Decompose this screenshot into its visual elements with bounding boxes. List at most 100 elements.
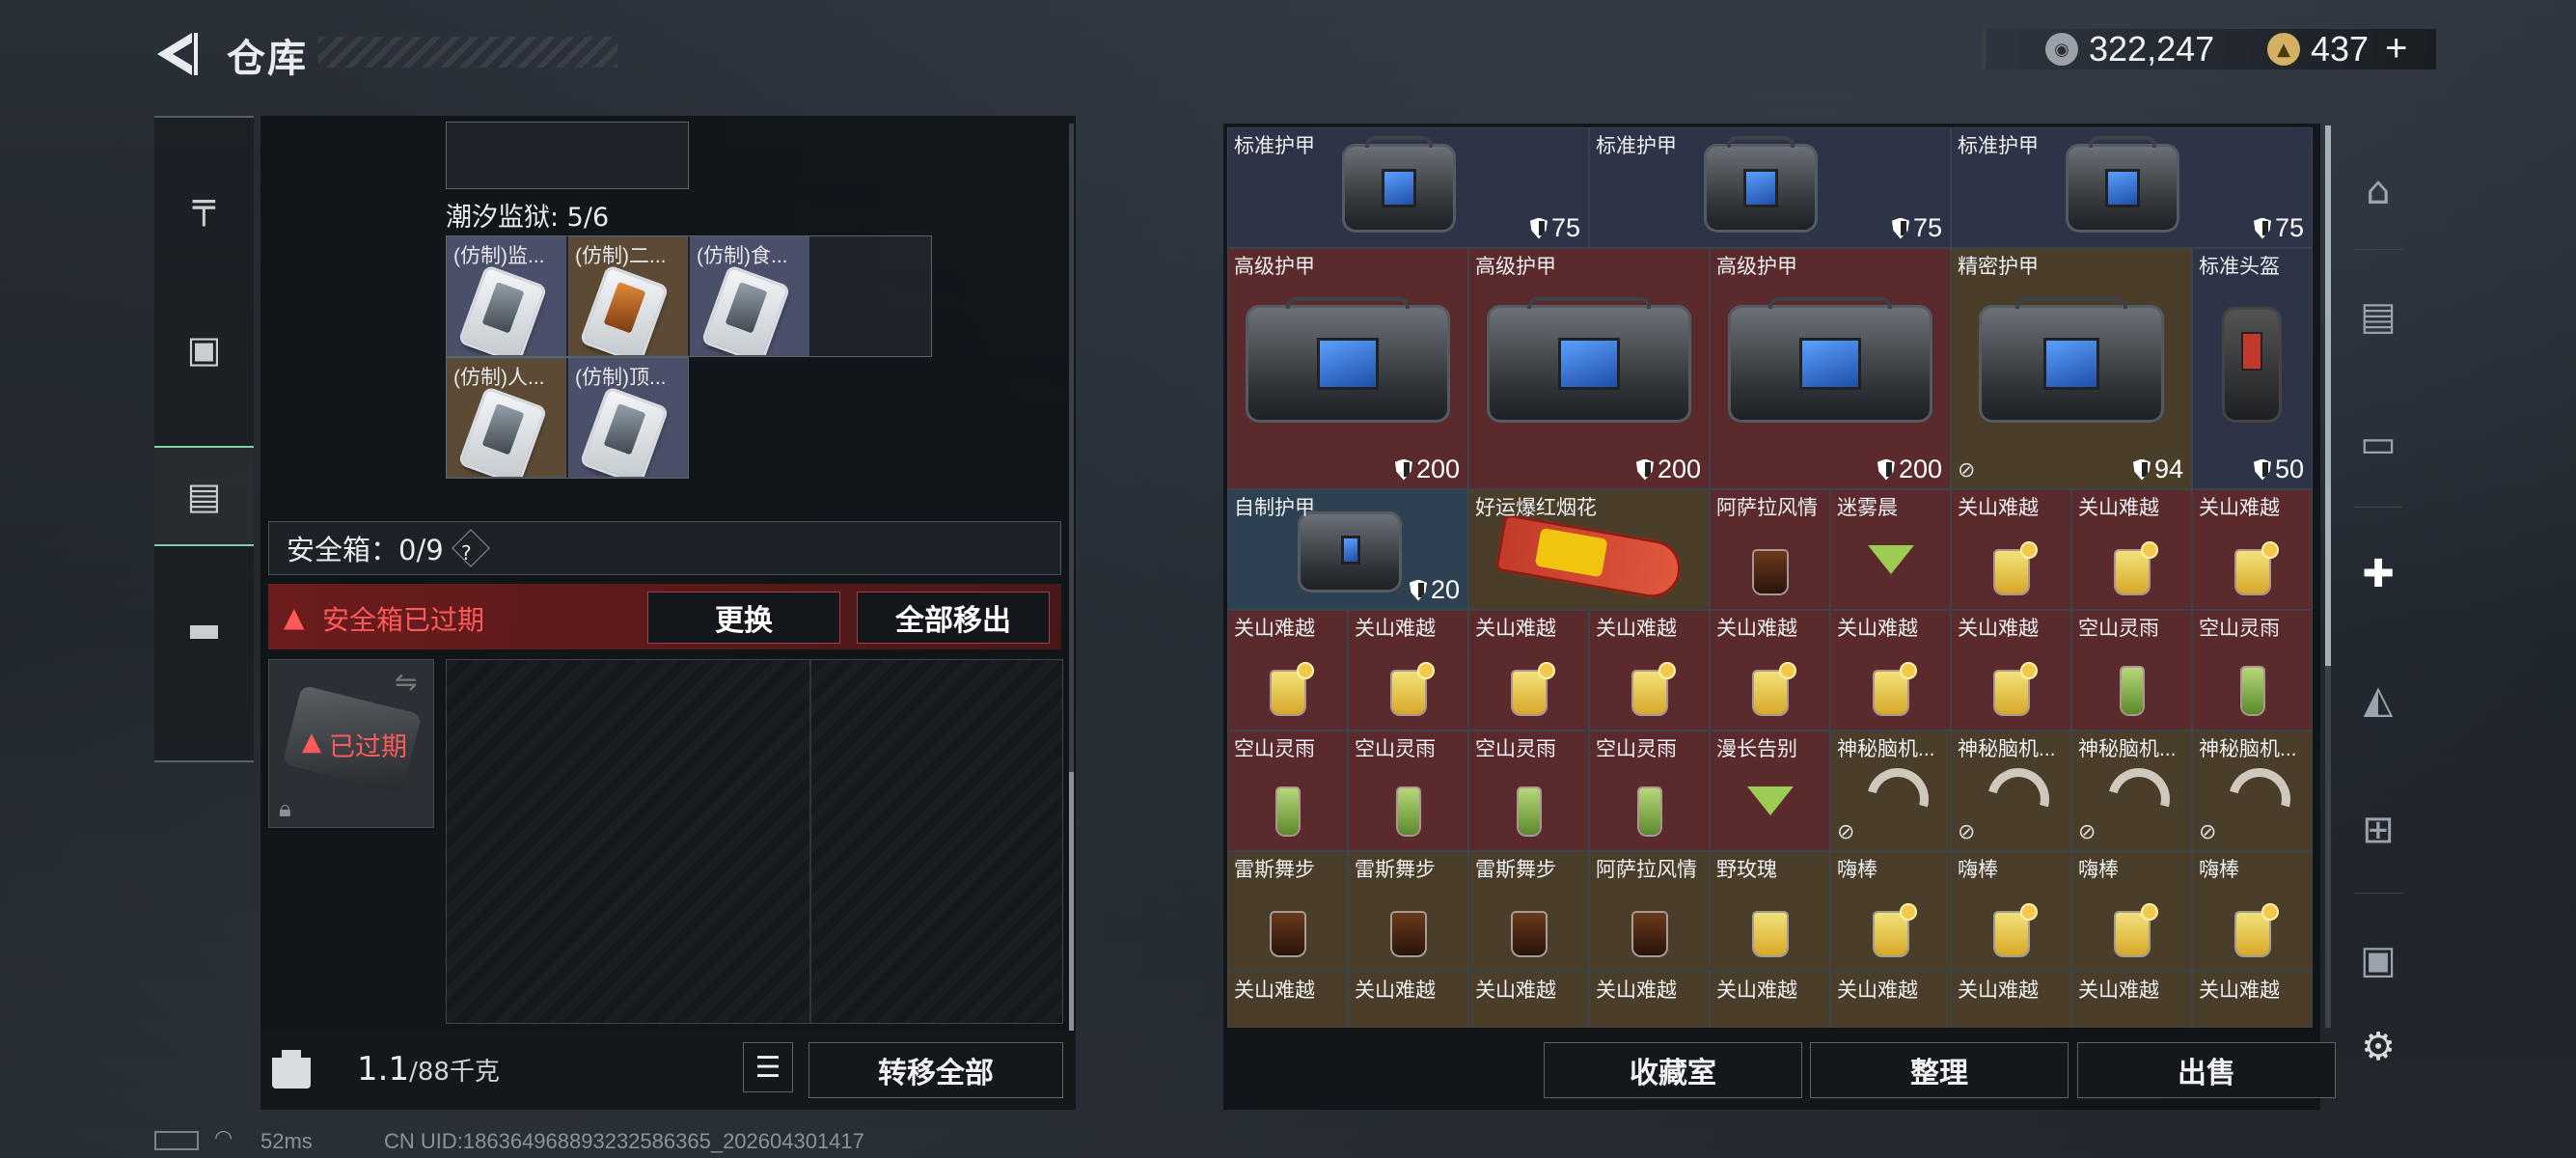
replace-button[interactable]: 更换 bbox=[647, 592, 840, 644]
grid-item-drink[interactable]: 嗨棒 bbox=[1951, 851, 2071, 972]
grid-item-drink[interactable]: 嗨棒 bbox=[1830, 851, 1951, 972]
grid-item-drink[interactable]: 漫长告别 bbox=[1710, 731, 1830, 851]
drink-icon bbox=[1994, 551, 2028, 593]
grid-item-drink[interactable]: 关山难越 bbox=[1951, 972, 2071, 1028]
base-icon[interactable]: ⌂ bbox=[2340, 143, 2417, 239]
sort-button[interactable]: 整理 bbox=[1810, 1042, 2069, 1098]
grid-item-drink[interactable]: 关山难越 bbox=[1348, 610, 1468, 731]
grid-item-drink[interactable]: 关山难越 bbox=[1589, 972, 1710, 1028]
grid-item-drink[interactable]: 关山难越 bbox=[1830, 972, 1951, 1028]
uid-label: CN UID:18636496889323258636​5_2026043014… bbox=[384, 1129, 864, 1153]
grid-item-drink[interactable]: 关山难越 bbox=[1951, 489, 2071, 610]
grid-item-homemade-armor[interactable]: 自制护甲 20 bbox=[1227, 489, 1468, 610]
grid-item-drink[interactable]: 关山难越 bbox=[2192, 489, 2313, 610]
armor-icon bbox=[1728, 297, 1932, 423]
drink-icon bbox=[1874, 672, 1907, 714]
grid-item-drink[interactable]: 嗨棒 bbox=[2071, 851, 2192, 972]
grid-item-drink[interactable]: 关山难越 bbox=[1468, 972, 1589, 1028]
grid-item-standard-helmet[interactable]: 标准头盔 50 bbox=[2192, 248, 2313, 489]
grid-item-drink[interactable]: 嗨棒 bbox=[2192, 851, 2313, 972]
grid-item-standard-armor[interactable]: 标准护甲 75 bbox=[1227, 127, 1589, 248]
nav-weapons[interactable]: ╤ bbox=[154, 156, 254, 253]
grid-item-drink[interactable]: 关山难越 bbox=[1710, 972, 1830, 1028]
grid-item-firework[interactable]: 好运爆红烟花 bbox=[1468, 489, 1710, 610]
grid-item-drink[interactable]: 空山灵雨 bbox=[2071, 610, 2192, 731]
collection-item[interactable]: (仿制)二... bbox=[568, 236, 688, 356]
wifi-icon: ◠ bbox=[214, 1125, 233, 1149]
grid-item-drink[interactable]: 空山灵雨 bbox=[1348, 731, 1468, 851]
grid-item-drink[interactable]: 关山难越 bbox=[2071, 489, 2192, 610]
grid-item-advanced-armor[interactable]: 高级护甲 200 bbox=[1710, 248, 1951, 489]
grid-item-drink[interactable]: 雷斯舞步 bbox=[1468, 851, 1589, 972]
drink-icon bbox=[2121, 668, 2143, 714]
list-view-icon[interactable]: ☰ bbox=[743, 1042, 793, 1092]
drink-icon bbox=[1994, 672, 2028, 714]
grid-item-brain-chip[interactable]: ⊘ 神秘脑机... bbox=[1830, 731, 1951, 851]
grid-item-drink[interactable]: 关山难越 bbox=[1951, 610, 2071, 731]
transfer-all-button[interactable]: 转移全部 bbox=[808, 1042, 1063, 1098]
grid-item-drink[interactable]: 关山难越 bbox=[1468, 610, 1589, 731]
brain-chip-icon bbox=[2096, 757, 2181, 841]
grid-item-brain-chip[interactable]: ⊘ 神秘脑机... bbox=[1951, 731, 2071, 851]
grid-item-standard-armor[interactable]: 标准护甲 75 bbox=[1589, 127, 1951, 248]
nav-vest[interactable]: ▤ bbox=[154, 446, 254, 546]
collection-room-button[interactable]: 收藏室 bbox=[1544, 1042, 1802, 1098]
grid-item-brain-chip[interactable]: ⊘ 神秘脑机... bbox=[2071, 731, 2192, 851]
grid-item-drink[interactable]: 迷雾晨 bbox=[1830, 489, 1951, 610]
add-currency-button[interactable]: + bbox=[2385, 27, 2407, 70]
v-device-icon[interactable]: ▣ bbox=[2340, 912, 2417, 1008]
grid-item-standard-armor[interactable]: 标准护甲 75 bbox=[1951, 127, 2313, 248]
grid-item-drink[interactable]: 关山难越 bbox=[1348, 972, 1468, 1028]
backpack-icon: ▣ bbox=[186, 328, 222, 371]
grid-item-drink[interactable]: 雷斯舞步 bbox=[1227, 851, 1348, 972]
remove-all-button[interactable]: 全部移出 bbox=[857, 592, 1050, 644]
warning-text: 安全箱已过期 bbox=[322, 604, 485, 636]
grid-item-drink[interactable]: 关山难越 bbox=[1589, 610, 1710, 731]
iv-medkit-plus-icon[interactable]: ⊞ bbox=[2340, 782, 2417, 878]
grid-item-drink[interactable]: 空山灵雨 bbox=[2192, 610, 2313, 731]
grid-item-drink[interactable]: 关山难越 bbox=[2071, 972, 2192, 1028]
grid-item-precision-armor[interactable]: 精密护甲 ⊘ 94 bbox=[1951, 248, 2192, 489]
collection-item[interactable]: (仿制)顶... bbox=[568, 358, 688, 478]
expired-warning-bar: ▲ 安全箱已过期 更换 全部移出 bbox=[268, 584, 1061, 649]
grid-item-advanced-armor[interactable]: 高级护甲 200 bbox=[1468, 248, 1710, 489]
settings-icon[interactable]: ⚙ bbox=[2340, 999, 2417, 1095]
iv-throwable-icon[interactable]: ◭ bbox=[2340, 651, 2417, 748]
collection-item[interactable]: (仿制)食... bbox=[690, 236, 809, 356]
grid-item-drink[interactable]: 关山难越 bbox=[2192, 972, 2313, 1028]
pistol-icon: ╤ bbox=[193, 183, 215, 226]
sell-button[interactable]: 出售 bbox=[2077, 1042, 2336, 1098]
grid-item-drink[interactable]: 关山难越 bbox=[1227, 972, 1348, 1028]
grid-item-brain-chip[interactable]: ⊘ 神秘脑机... bbox=[2192, 731, 2313, 851]
grid-item-drink[interactable]: 野玫瑰 bbox=[1710, 851, 1830, 972]
iv-medkit-icon[interactable]: ✚ bbox=[2340, 526, 2417, 622]
left-scrollbar-thumb[interactable] bbox=[1069, 772, 1074, 1031]
grid-item-drink[interactable]: 阿萨拉风情 bbox=[1589, 851, 1710, 972]
card-icon bbox=[461, 389, 544, 477]
durability-icon bbox=[1635, 458, 1654, 481]
grid-item-drink[interactable]: 关山难越 bbox=[1227, 610, 1348, 731]
safe-box-slot[interactable]: ⇋ ▲ 已过期 🔒︎ bbox=[268, 659, 434, 828]
collection-item[interactable]: (仿制)监... bbox=[447, 236, 566, 356]
grid-item-drink[interactable]: 阿萨拉风情 bbox=[1710, 489, 1830, 610]
grid-item-drink[interactable]: 关山难越 bbox=[1830, 610, 1951, 731]
grid-item-drink[interactable]: 关山难越 bbox=[1710, 610, 1830, 731]
collection-item[interactable]: (仿制)人... bbox=[447, 358, 566, 478]
durability-icon bbox=[2253, 217, 2271, 239]
nav-case[interactable]: ▬ bbox=[154, 581, 254, 677]
grid-item-drink[interactable]: 空山灵雨 bbox=[1227, 731, 1348, 851]
nav-backpack[interactable]: ▣ bbox=[154, 301, 254, 398]
grid-scrollbar-thumb[interactable] bbox=[2325, 125, 2331, 666]
back-icon[interactable] bbox=[150, 27, 204, 81]
help-icon[interactable]: ? bbox=[451, 529, 490, 567]
grid-item-drink[interactable]: 空山灵雨 bbox=[1468, 731, 1589, 851]
grid-item-advanced-armor[interactable]: 高级护甲 200 bbox=[1227, 248, 1468, 489]
iv-weapon-icon[interactable]: ▭ bbox=[2340, 396, 2417, 492]
durability-icon bbox=[2253, 458, 2271, 481]
drink-icon bbox=[2241, 668, 2263, 714]
drink-icon bbox=[1753, 551, 1787, 593]
grid-item-drink[interactable]: 雷斯舞步 bbox=[1348, 851, 1468, 972]
drink-icon bbox=[1753, 913, 1787, 955]
iv-storage-icon[interactable]: ▤ bbox=[2340, 268, 2417, 365]
grid-item-drink[interactable]: 空山灵雨 bbox=[1589, 731, 1710, 851]
